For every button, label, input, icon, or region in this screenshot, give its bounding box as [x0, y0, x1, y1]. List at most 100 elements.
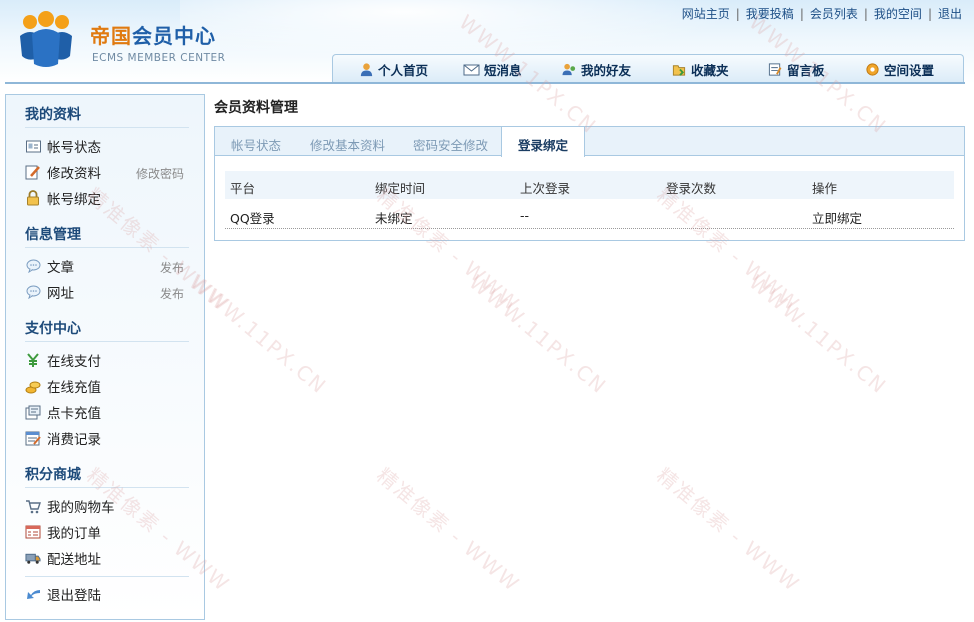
sidebar-item-label: 我的购物车	[47, 500, 115, 516]
column-header: 上次登录	[520, 181, 571, 196]
nav-item-messages[interactable]: 短消息	[463, 60, 522, 79]
divider: |	[927, 6, 932, 21]
page-title: 会员资料管理	[214, 100, 298, 116]
brand-title-part2: 会员中心	[132, 24, 216, 48]
sidebar-item-label: 修改资料	[47, 166, 101, 182]
favorites-icon	[672, 65, 686, 76]
nav-item-favorites[interactable]: 收藏夹	[671, 60, 729, 79]
brand-title-part1: 帝国	[90, 24, 132, 48]
user-icon	[360, 63, 373, 77]
header: 帝国会员中心 ECMS MEMBER CENTER 网站主页 | 我要投稿 | 会员…	[0, 0, 974, 84]
tab-account-status[interactable]: 帐号状态	[231, 135, 281, 154]
main-nav: 个人首页 短消息 我的好友 收藏夹 留言板 空间设置	[332, 54, 964, 82]
nav-item-space-settings[interactable]: 空间设置	[865, 60, 934, 79]
sidebar-section-title: 支付中心	[25, 321, 81, 337]
column-header: 绑定时间	[375, 181, 426, 196]
change-password-link[interactable]: 修改密码	[136, 165, 184, 182]
table-cell-platform: QQ登录	[230, 211, 275, 226]
top-link-space[interactable]: 我的空间	[874, 5, 922, 22]
header-divider	[5, 82, 965, 84]
nav-item-label: 空间设置	[884, 63, 935, 78]
divider: |	[735, 6, 740, 21]
watermark: 精准像素 - WWW	[652, 463, 805, 597]
sidebar-section-title: 信息管理	[25, 227, 81, 243]
sidebar-item-consumption-record[interactable]: 消费记录	[25, 428, 101, 448]
divider: |	[863, 6, 868, 21]
brand-title: 帝国会员中心	[90, 20, 216, 49]
top-link-members[interactable]: 会员列表	[810, 5, 858, 22]
sidebar: 我的资料 帐号状态 修改资料 修改密码 帐号绑定 信息管理 文章 发布 网址 发…	[5, 94, 205, 620]
table-cell-last-login: --	[520, 208, 530, 223]
divider	[25, 487, 189, 488]
tab-label: 登录绑定	[517, 138, 568, 153]
sidebar-item-card-recharge[interactable]: 点卡充值	[25, 402, 101, 422]
sidebar-item-account-status[interactable]: 帐号状态	[25, 136, 101, 156]
tab-password-security[interactable]: 密码安全修改	[413, 135, 488, 154]
sidebar-item-account-binding[interactable]: 帐号绑定	[25, 188, 101, 208]
card-icon	[25, 404, 41, 420]
tab-bar: 帐号状态 修改基本资料 密码安全修改 登录绑定	[215, 127, 964, 157]
sidebar-item-label: 退出登陆	[47, 588, 101, 604]
column-header: 平台	[230, 181, 256, 196]
content-panel: 帐号状态 修改基本资料 密码安全修改 登录绑定 平台 绑定时间 上次登录 登录次…	[214, 126, 965, 241]
divider	[25, 576, 189, 577]
publish-article-link[interactable]: 发布	[160, 259, 184, 276]
sidebar-item-label: 我的订单	[47, 526, 101, 542]
publish-url-link[interactable]: 发布	[160, 285, 184, 302]
sidebar-item-label: 消费记录	[47, 432, 101, 448]
watermark: WWW.11PX.CN	[464, 270, 612, 399]
nav-item-label: 个人首页	[378, 63, 429, 78]
sidebar-item-delivery-address[interactable]: 配送地址	[25, 548, 101, 568]
nav-item-friends[interactable]: 我的好友	[561, 60, 631, 79]
id-card-icon	[25, 138, 41, 154]
chat-bubble-icon	[25, 258, 41, 274]
sidebar-item-label: 帐号绑定	[47, 192, 101, 208]
watermark: 精准像素 - WWW	[372, 463, 525, 597]
nav-item-label: 短消息	[484, 63, 522, 78]
edit-icon	[25, 164, 41, 180]
sidebar-item-logout[interactable]: 退出登陆	[25, 584, 101, 604]
watermark: WWW.11PX.CN	[184, 270, 332, 399]
coins-icon	[25, 378, 41, 394]
sidebar-section-title: 我的资料	[25, 107, 81, 123]
top-link-logout[interactable]: 退出	[938, 5, 962, 22]
sidebar-item-label: 网址	[47, 286, 74, 302]
top-links: 网站主页 | 我要投稿 | 会员列表 | 我的空间 | 退出	[682, 5, 962, 22]
order-icon	[25, 524, 41, 540]
top-link-home[interactable]: 网站主页	[682, 5, 730, 22]
divider	[25, 341, 189, 342]
sidebar-item-my-orders[interactable]: 我的订单	[25, 522, 101, 542]
watermark: WWW.11PX.CN	[744, 270, 892, 399]
sidebar-item-label: 在线充值	[47, 380, 101, 396]
table-cell-bind-time: 未绑定	[375, 211, 413, 226]
nav-item-home[interactable]: 个人首页	[359, 60, 428, 79]
yen-icon	[25, 352, 41, 368]
sidebar-item-label: 文章	[47, 260, 74, 276]
sidebar-item-label: 在线支付	[47, 354, 101, 370]
guestbook-icon	[768, 63, 782, 76]
header-glow	[180, 0, 740, 60]
top-link-submit[interactable]: 我要投稿	[746, 5, 794, 22]
table-row: QQ登录 未绑定 -- 立即绑定	[225, 201, 954, 229]
nav-item-label: 留言板	[787, 63, 825, 78]
sidebar-item-online-payment[interactable]: 在线支付	[25, 350, 101, 370]
column-header: 操作	[812, 181, 838, 196]
divider	[25, 127, 189, 128]
tab-login-binding[interactable]: 登录绑定	[501, 127, 585, 157]
divider	[25, 247, 189, 248]
sidebar-item-edit-profile[interactable]: 修改资料	[25, 162, 101, 182]
sidebar-item-online-recharge[interactable]: 在线充值	[25, 376, 101, 396]
tab-edit-basic-info[interactable]: 修改基本资料	[310, 135, 385, 154]
nav-item-guestbook[interactable]: 留言板	[767, 60, 825, 79]
column-header: 登录次数	[666, 181, 717, 196]
brand-subtitle: ECMS MEMBER CENTER	[92, 52, 226, 64]
table-header: 平台 绑定时间 上次登录 登录次数 操作	[225, 171, 954, 199]
logo-icon	[20, 11, 72, 67]
nav-item-label: 收藏夹	[691, 63, 729, 78]
sidebar-item-articles[interactable]: 文章	[25, 256, 74, 276]
sidebar-item-shopping-cart[interactable]: 我的购物车	[25, 496, 115, 516]
bind-now-link[interactable]: 立即绑定	[812, 208, 862, 227]
envelope-icon	[463, 64, 480, 75]
sidebar-item-label: 帐号状态	[47, 140, 101, 156]
sidebar-item-urls[interactable]: 网址	[25, 282, 74, 302]
